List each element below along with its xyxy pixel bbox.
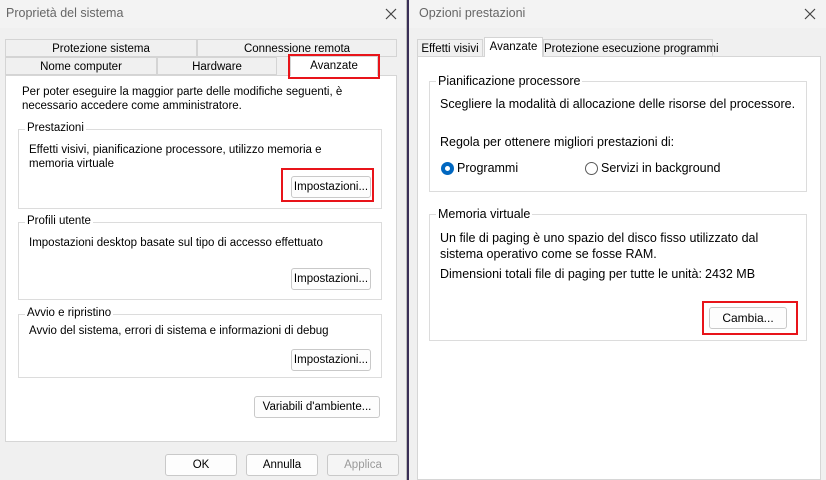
highlight-tab-avanzate (288, 54, 380, 79)
tab-protezione-sistema[interactable]: Protezione sistema (5, 39, 197, 57)
startup-recovery-description: Avvio del sistema, errori di sistema e i… (29, 325, 329, 337)
paging-total-label: Dimensioni totali file di paging per tut… (440, 267, 702, 281)
performance-label: Prestazioni (25, 122, 86, 134)
startup-recovery-group: Avvio e ripristino Avvio del sistema, er… (18, 307, 382, 378)
cancel-button[interactable]: Annulla (246, 454, 318, 476)
paging-total-value: 2432 MB (705, 267, 756, 281)
radio-background-services[interactable] (585, 162, 598, 175)
system-properties-window: Proprietà del sistema Protezione sistema… (0, 0, 407, 480)
processor-scheduling-label: Pianificazione processore (436, 74, 583, 88)
highlight-change-button (702, 301, 798, 335)
window-title: Proprietà del sistema (6, 6, 124, 20)
close-button[interactable] (380, 3, 402, 25)
close-button[interactable] (799, 3, 821, 25)
title-bar: Proprietà del sistema (0, 0, 406, 28)
radio-background-label: Servizi in background (601, 161, 721, 175)
processor-scheduling-group: Pianificazione processore Scegliere la m… (429, 74, 807, 192)
user-profiles-group: Profili utente Impostazioni desktop basa… (18, 215, 382, 300)
tab-nome-computer[interactable]: Nome computer (5, 57, 157, 75)
radio-programs-label: Programmi (457, 161, 519, 175)
environment-variables-button[interactable]: Variabili d'ambiente... (254, 396, 380, 418)
performance-options-window: Opzioni prestazioni Effetti visivi Avanz… (409, 0, 826, 480)
startup-recovery-label: Avvio e ripristino (25, 307, 114, 319)
adjust-for-label: Regola per ottenere migliori prestazioni… (440, 135, 675, 149)
virtual-memory-description: Un file di paging è uno spazio del disco… (440, 231, 759, 261)
virtual-memory-label: Memoria virtuale (436, 207, 533, 221)
admin-intro-text: Per poter eseguire la maggior parte dell… (22, 86, 343, 112)
highlight-performance-settings (281, 168, 374, 202)
user-profiles-label: Profili utente (25, 215, 93, 227)
tab-panel-avanzate: Per poter eseguire la maggior parte dell… (5, 75, 397, 442)
processor-scheduling-description: Scegliere la modalità di allocazione del… (440, 97, 796, 111)
tab-hardware[interactable]: Hardware (157, 57, 277, 75)
tab-avanzate[interactable]: Avanzate (484, 37, 543, 57)
ok-button[interactable]: OK (165, 454, 237, 476)
apply-button[interactable]: Applica (327, 454, 399, 476)
startup-recovery-settings-button[interactable]: Impostazioni... (291, 349, 371, 371)
close-icon (385, 8, 397, 20)
radio-programs[interactable] (441, 162, 454, 175)
tab-effetti-visivi[interactable]: Effetti visivi (417, 39, 483, 57)
user-profiles-description: Impostazioni desktop basate sul tipo di … (29, 237, 323, 249)
tab-protezione-esecuzione[interactable]: Protezione esecuzione programmi (543, 39, 719, 57)
user-profiles-settings-button[interactable]: Impostazioni... (291, 268, 371, 290)
title-bar: Opzioni prestazioni (409, 0, 826, 28)
window-title: Opzioni prestazioni (419, 6, 526, 20)
tab-panel-avanzate: Pianificazione processore Scegliere la m… (417, 56, 821, 480)
close-icon (804, 8, 816, 20)
performance-description: Effetti visivi, pianificazione processor… (29, 144, 322, 170)
